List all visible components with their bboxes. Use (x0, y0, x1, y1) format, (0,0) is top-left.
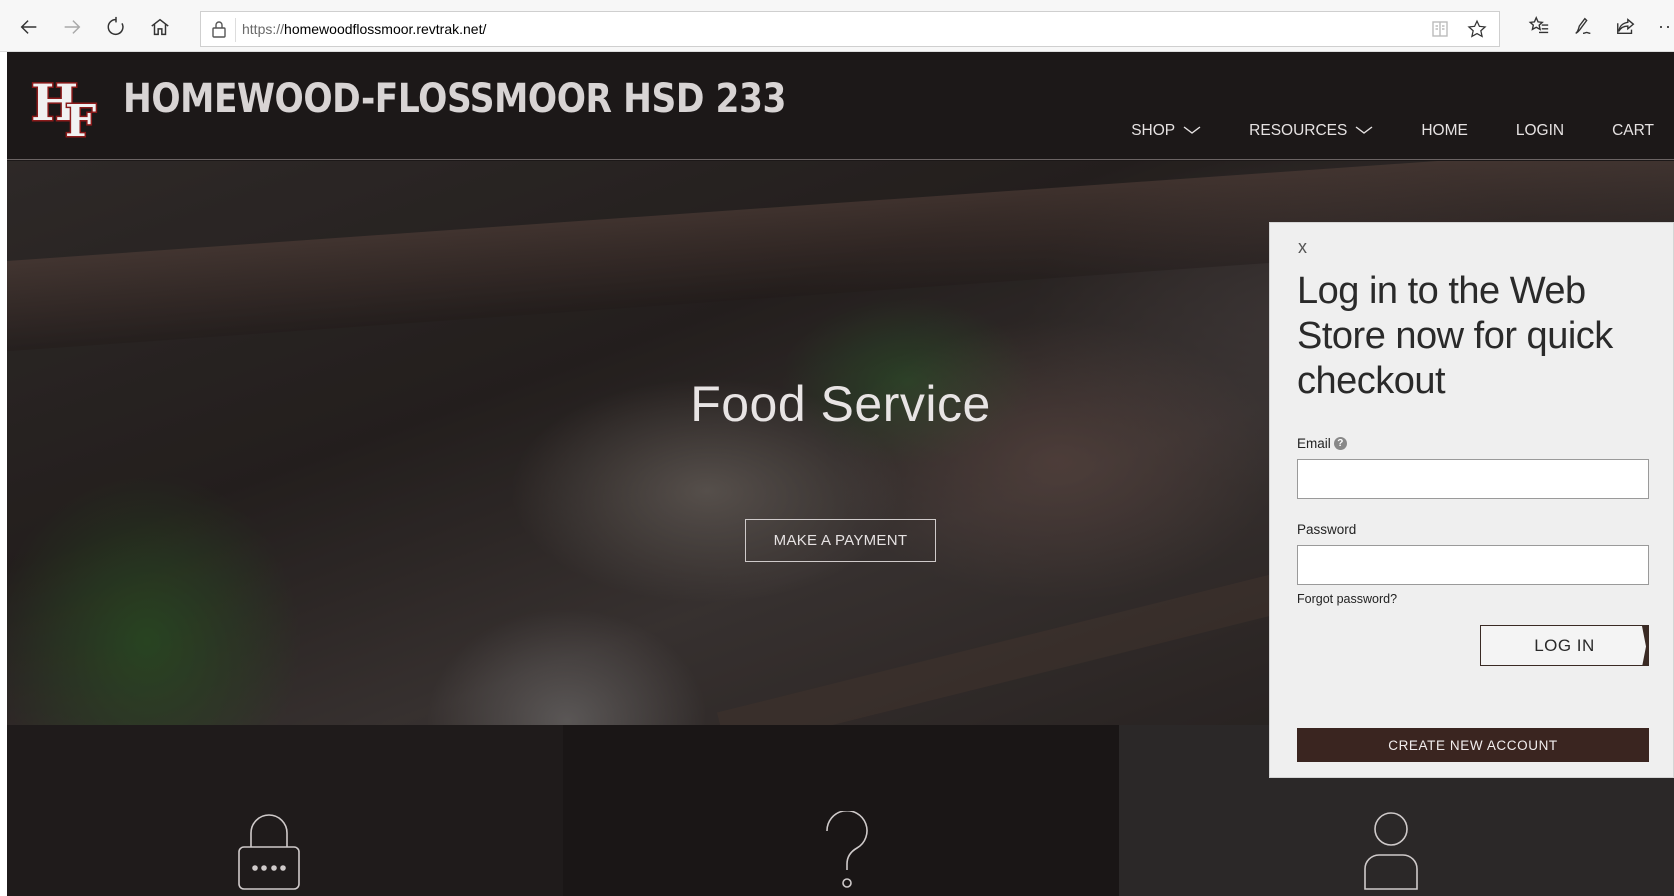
chevron-down-icon (1183, 122, 1201, 140)
nav-resources[interactable]: RESOURCES (1249, 122, 1373, 140)
share-icon[interactable] (1615, 15, 1639, 39)
forward-arrow-icon[interactable] (59, 14, 85, 40)
school-name[interactable]: HOMEWOOD-FLOSSMOOR HSD 233 (123, 76, 786, 122)
browser-toolbar: https://homewoodflossmoor.revtrak.net/ ·… (0, 0, 1674, 52)
address-bar[interactable]: https://homewoodflossmoor.revtrak.net/ (200, 11, 1500, 47)
nav-cart[interactable]: CART (1612, 122, 1654, 140)
padlock-icon (211, 20, 227, 43)
question-mark-icon (823, 809, 871, 896)
pen-notes-icon[interactable] (1572, 15, 1596, 39)
forgot-password-link[interactable]: Forgot password? (1297, 592, 1397, 606)
create-account-button[interactable]: CREATE NEW ACCOUNT (1297, 728, 1649, 762)
more-options-icon[interactable]: ··· (1658, 16, 1674, 37)
button-accent (1642, 626, 1648, 665)
home-icon[interactable] (147, 14, 173, 40)
site-header: H F HOMEWOOD-FLOSSMOOR HSD 233 SHOP RESO… (7, 52, 1674, 160)
nav-shop[interactable]: SHOP (1131, 122, 1201, 140)
user-icon (1363, 811, 1419, 896)
password-label: Password (1297, 522, 1357, 537)
close-popup-button[interactable]: x (1298, 237, 1307, 258)
nav-home[interactable]: HOME (1421, 122, 1468, 140)
login-heading: Log in to the Web Store now for quick ch… (1297, 270, 1613, 402)
feature-tile-lock[interactable] (7, 725, 563, 896)
favorite-star-icon[interactable] (1467, 19, 1487, 44)
help-icon[interactable]: ? (1333, 437, 1347, 450)
back-arrow-icon[interactable] (16, 14, 42, 40)
email-field[interactable] (1297, 459, 1649, 499)
refresh-icon[interactable] (103, 14, 129, 40)
feature-tile-help[interactable] (563, 725, 1119, 896)
reading-view-icon[interactable] (1431, 20, 1449, 43)
password-field[interactable] (1297, 545, 1649, 585)
favorites-list-icon[interactable] (1528, 15, 1552, 39)
email-label: Email ? (1297, 436, 1347, 451)
url-text[interactable]: https://homewoodflossmoor.revtrak.net/ (242, 21, 486, 37)
login-popup: x Log in to the Web Store now for quick … (1269, 222, 1674, 778)
school-logo[interactable]: H F (29, 72, 119, 149)
nav-login[interactable]: LOGIN (1516, 122, 1564, 140)
lock-icon (237, 811, 301, 896)
address-bar-divider (235, 18, 236, 42)
chevron-down-icon (1355, 122, 1373, 140)
make-payment-button[interactable]: MAKE A PAYMENT (745, 519, 936, 562)
login-button[interactable]: LOG IN (1480, 625, 1649, 666)
main-navigation: SHOP RESOURCES HOME LOGIN CART (1083, 116, 1674, 146)
svg-text:F: F (65, 96, 96, 142)
